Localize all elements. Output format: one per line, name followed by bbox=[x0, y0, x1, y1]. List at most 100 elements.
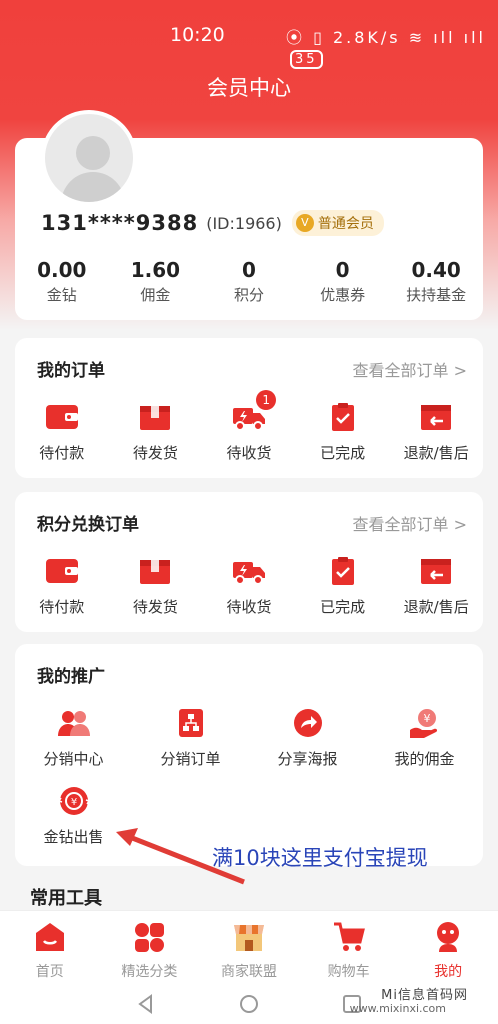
profile-card: 131****9388 (ID:1966) V 普通会员 0.00 金钻 1.6… bbox=[15, 110, 483, 320]
exchange-pending-receipt[interactable]: 待收货 bbox=[202, 556, 296, 617]
profile-icon bbox=[437, 922, 460, 952]
view-all-exchange-link[interactable]: 查看全部订单 > bbox=[353, 511, 468, 535]
exchange-status-label: 退款/售后 bbox=[403, 598, 469, 616]
section-title: 积分兑换订单 bbox=[37, 515, 139, 535]
distribution-orders[interactable]: 分销订单 bbox=[132, 708, 249, 769]
order-status-label: 待付款 bbox=[39, 444, 85, 462]
order-status-row: 待付款 待发货 1 待收货 已完成 退款/售后 bbox=[15, 390, 483, 463]
exchange-status-row: 待付款 待发货 待收货 已完成 退款/售后 bbox=[15, 556, 483, 617]
bottom-tab-bar: 首页 精选分类 商家联盟 购物车 我的 bbox=[0, 910, 498, 982]
my-orders-card: 我的订单 查看全部订单 > 待付款 待发货 1 待收货 已完成 退款/售后 bbox=[15, 338, 483, 478]
user-phone: 131****9388 bbox=[41, 211, 199, 235]
tab-label: 购物车 bbox=[327, 964, 370, 980]
stat-label: 积分 bbox=[233, 286, 264, 304]
order-pending-receipt[interactable]: 1 待收货 bbox=[202, 390, 296, 463]
view-all-orders-link[interactable]: 查看全部订单 > bbox=[353, 357, 468, 381]
home-button-icon[interactable] bbox=[239, 994, 259, 1014]
order-status-label: 待发货 bbox=[132, 444, 178, 462]
svg-text:¥: ¥ bbox=[423, 712, 430, 725]
share-icon bbox=[291, 708, 325, 738]
tab-mine[interactable]: 我的 bbox=[398, 911, 498, 982]
avatar-body-shape bbox=[61, 172, 125, 202]
tab-cart[interactable]: 购物车 bbox=[299, 911, 399, 982]
wallet-icon bbox=[45, 556, 79, 586]
commission-icon: ¥ bbox=[408, 708, 442, 738]
my-commission[interactable]: ¥ 我的佣金 bbox=[366, 708, 483, 769]
stat-label: 优惠券 bbox=[320, 286, 366, 304]
order-refund[interactable]: 退款/售后 bbox=[389, 402, 483, 463]
order-pending-shipment[interactable]: 待发货 bbox=[109, 402, 203, 463]
box-icon bbox=[138, 556, 172, 586]
order-status-label: 退款/售后 bbox=[403, 444, 469, 462]
tab-label: 首页 bbox=[35, 964, 64, 980]
promotion-label: 分销订单 bbox=[160, 750, 221, 768]
stat-value: 0 bbox=[335, 258, 350, 282]
exchange-status-label: 待收货 bbox=[226, 598, 272, 616]
exchange-pending-payment[interactable]: 待付款 bbox=[15, 556, 109, 617]
svg-text:¥: ¥ bbox=[70, 797, 76, 808]
stat-points[interactable]: 0 积分 bbox=[202, 258, 296, 305]
stat-value: 0.40 bbox=[411, 258, 461, 282]
tab-merchant[interactable]: 商家联盟 bbox=[199, 911, 299, 982]
cart-icon bbox=[333, 922, 365, 951]
org-icon bbox=[174, 708, 208, 738]
tab-label: 精选分类 bbox=[121, 964, 178, 980]
order-status-label: 已完成 bbox=[320, 444, 366, 462]
member-level-label: 普通会员 bbox=[317, 216, 374, 232]
order-pending-payment[interactable]: 待付款 bbox=[15, 402, 109, 463]
distribution-center[interactable]: 分销中心 bbox=[15, 708, 132, 769]
share-poster[interactable]: 分享海报 bbox=[249, 708, 366, 769]
stat-label: 金钻 bbox=[46, 286, 77, 304]
exchange-status-label: 已完成 bbox=[320, 598, 366, 616]
promotion-label: 分享海报 bbox=[277, 750, 338, 768]
tab-category[interactable]: 精选分类 bbox=[100, 911, 200, 982]
promotion-label: 我的佣金 bbox=[394, 750, 455, 768]
watermark: Mi信息首码网 bbox=[381, 988, 468, 1003]
annotation-text: 满10块这里支付宝提现 bbox=[212, 846, 428, 870]
tab-label: 我的 bbox=[434, 964, 463, 980]
order-status-label: 待收货 bbox=[226, 444, 272, 462]
stat-gold-diamond[interactable]: 0.00 金钻 bbox=[15, 258, 109, 305]
exchange-status-label: 待发货 bbox=[132, 598, 178, 616]
account-stats: 0.00 金钻 1.60 佣金 0 积分 0 优惠券 0.40 扶持基金 bbox=[15, 258, 483, 305]
tab-home[interactable]: 首页 bbox=[0, 911, 100, 982]
stat-value: 0.00 bbox=[37, 258, 87, 282]
stat-coupons[interactable]: 0 优惠券 bbox=[296, 258, 390, 305]
user-info-row: 131****9388 (ID:1966) V 普通会员 bbox=[41, 210, 384, 236]
member-level-badge[interactable]: V 普通会员 bbox=[291, 210, 384, 236]
status-bar: 10:20 ⦿ ▯ 2.8K/s ≋ ıll ıll 35 bbox=[0, 0, 498, 70]
user-id: (ID:1966) bbox=[206, 213, 282, 233]
stat-support-fund[interactable]: 0.40 扶持基金 bbox=[389, 258, 483, 305]
status-time: 10:20 bbox=[170, 24, 225, 46]
order-completed[interactable]: 已完成 bbox=[296, 402, 390, 463]
exchange-refund[interactable]: 退款/售后 bbox=[389, 556, 483, 617]
store-icon bbox=[233, 925, 264, 951]
back-icon[interactable] bbox=[136, 994, 156, 1014]
page-title: 会员中心 bbox=[207, 76, 291, 100]
stat-commission[interactable]: 1.60 佣金 bbox=[109, 258, 203, 305]
avatar-head-shape bbox=[76, 136, 110, 170]
promotion-row: 分销中心 分销订单 分享海报 ¥ 我的佣金 bbox=[15, 708, 483, 769]
stat-label: 佣金 bbox=[140, 286, 171, 304]
refund-icon bbox=[419, 402, 453, 432]
common-tools-title: 常用工具 bbox=[30, 888, 102, 909]
stat-value: 0 bbox=[242, 258, 256, 282]
watermark-url: www.mixinxi.com bbox=[349, 1002, 446, 1015]
wallet-icon bbox=[45, 402, 79, 432]
exchange-pending-shipment[interactable]: 待发货 bbox=[109, 556, 203, 617]
clipboard-check-icon bbox=[326, 402, 360, 432]
status-icons: ⦿ ▯ 2.8K/s ≋ ıll ıll 35 bbox=[286, 24, 498, 69]
truck-icon bbox=[232, 556, 266, 586]
exchange-status-label: 待付款 bbox=[39, 598, 85, 616]
notification-badge: 1 bbox=[256, 390, 277, 410]
yen-sell-icon: ¥ bbox=[57, 786, 91, 816]
avatar[interactable] bbox=[41, 110, 137, 206]
team-icon bbox=[57, 708, 91, 738]
promotion-label: 分销中心 bbox=[43, 750, 104, 768]
status-indicators: ⦿ ▯ 2.8K/s ≋ ıll ıll bbox=[286, 28, 486, 47]
section-title: 我的推广 bbox=[37, 667, 105, 687]
exchange-completed[interactable]: 已完成 bbox=[296, 556, 390, 617]
box-icon bbox=[138, 402, 172, 432]
points-exchange-card: 积分兑换订单 查看全部订单 > 待付款 待发货 待收货 已完成 退款/售后 bbox=[15, 492, 483, 632]
refund-icon bbox=[419, 556, 453, 586]
